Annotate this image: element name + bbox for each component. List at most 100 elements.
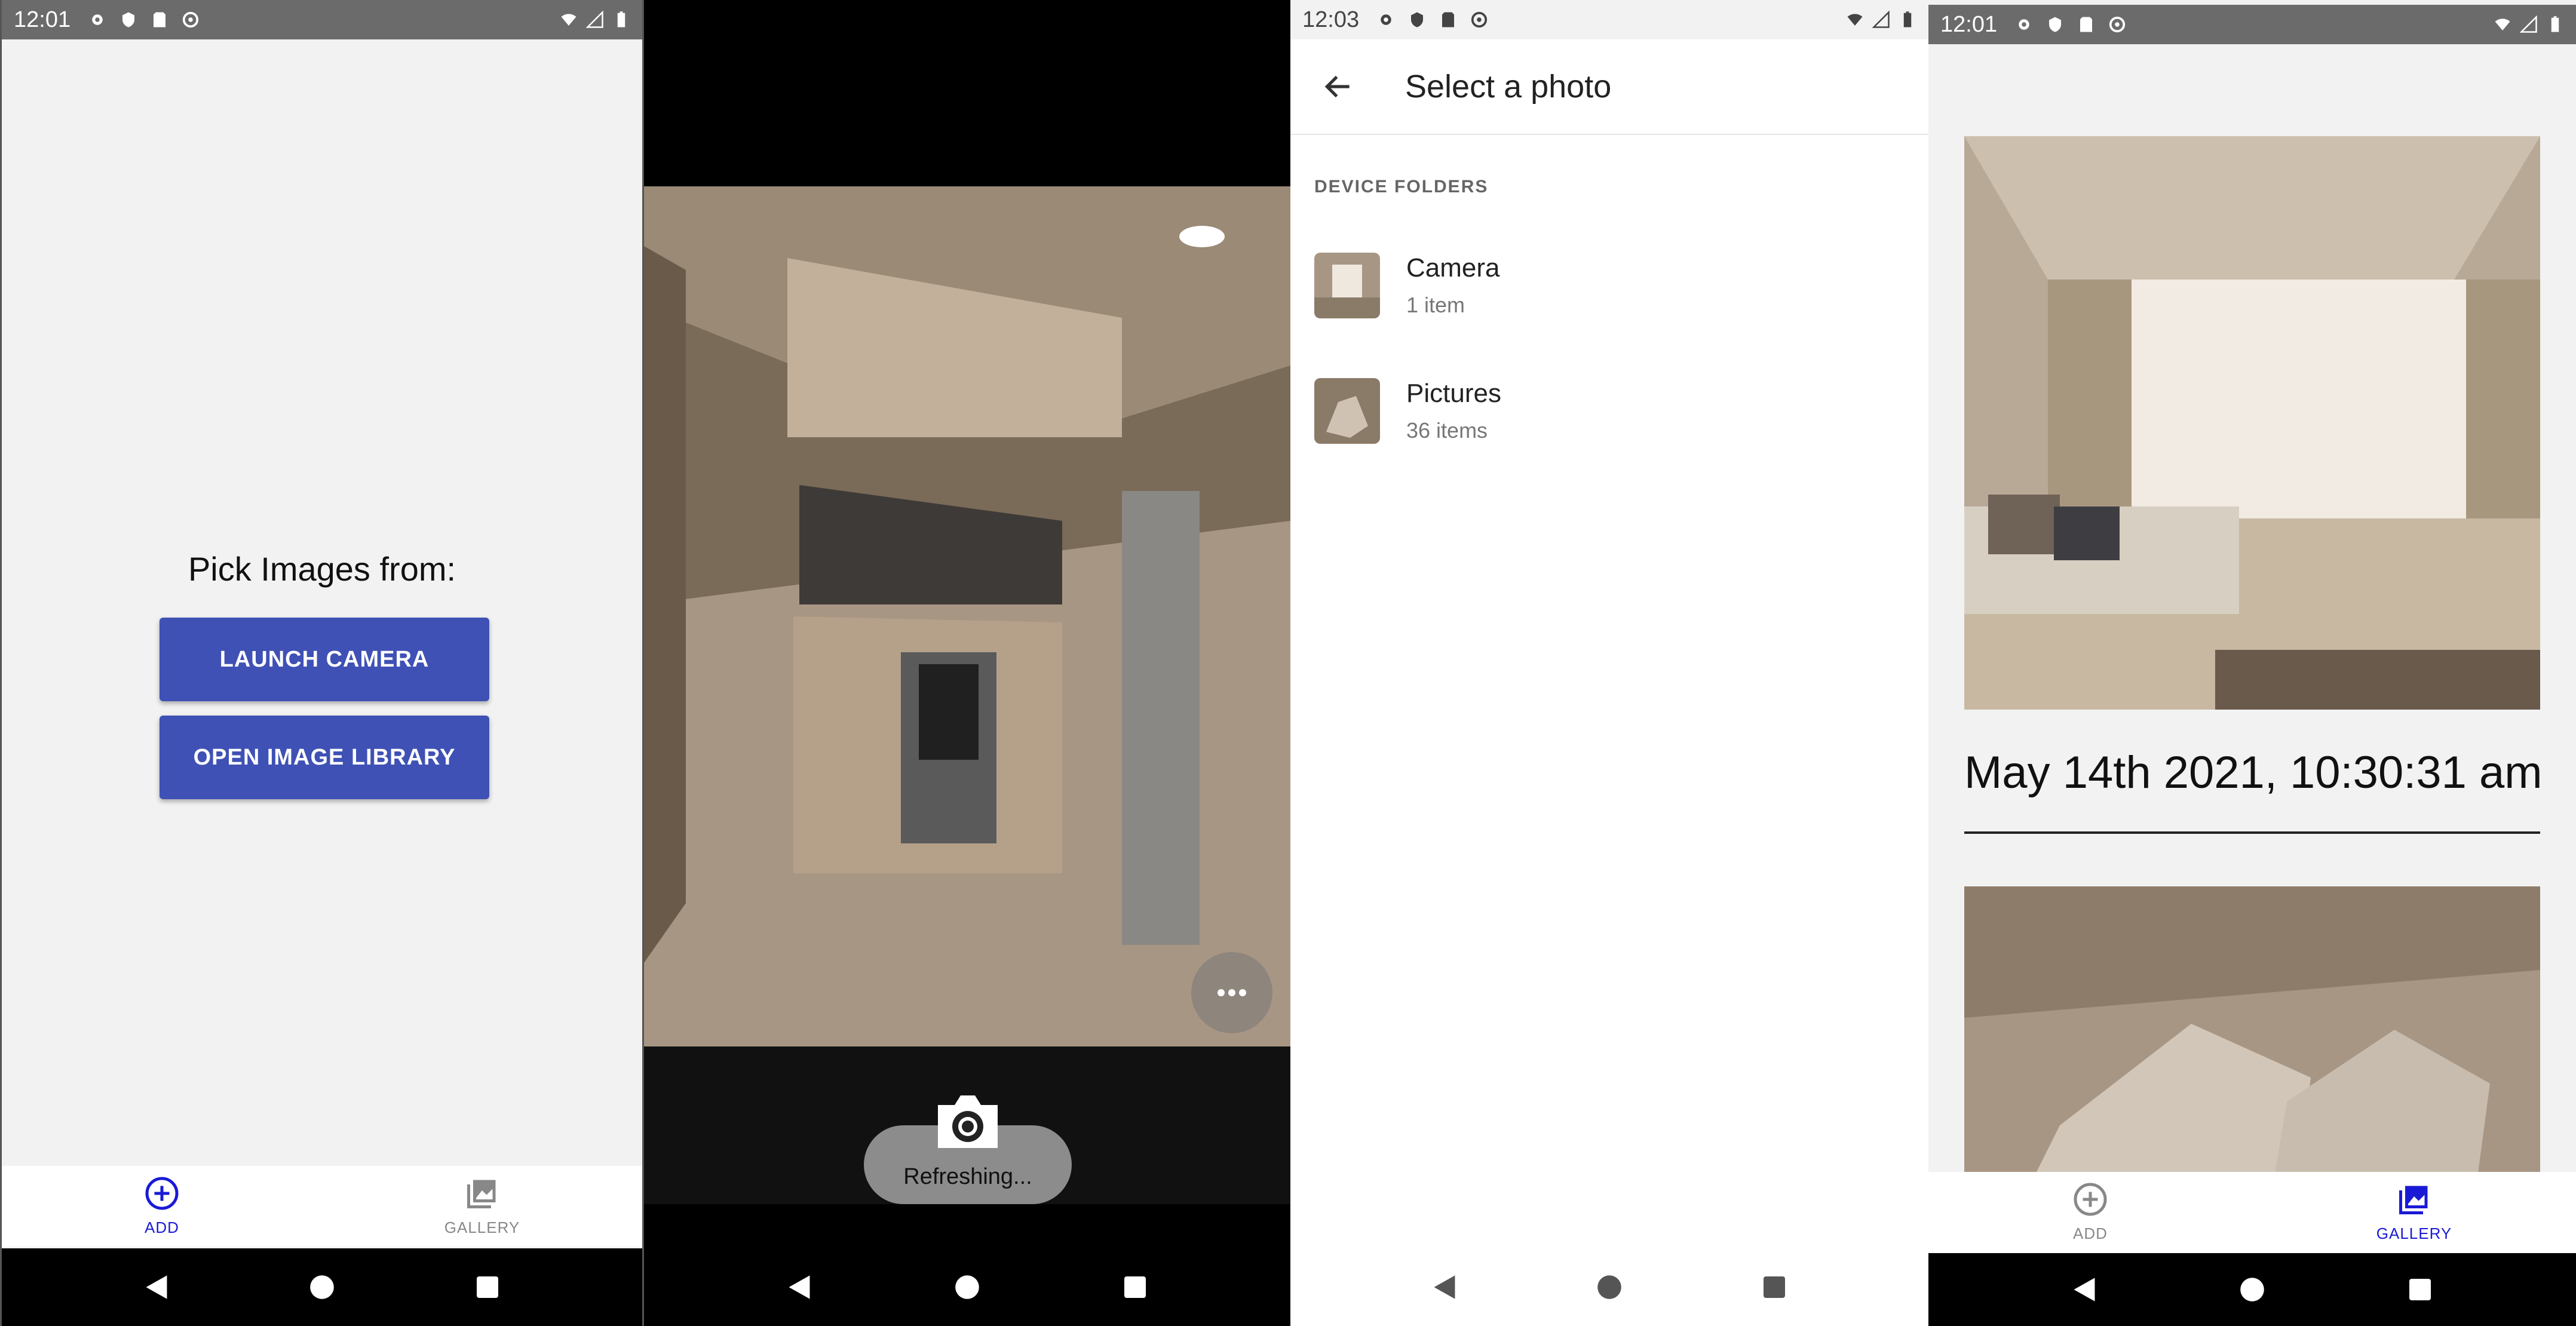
nav-home-button[interactable]: [2234, 1272, 2270, 1307]
back-triangle-icon: [146, 1275, 167, 1299]
system-nav-bar: [1928, 1253, 2576, 1326]
back-triangle-icon: [789, 1275, 810, 1299]
tab-gallery[interactable]: GALLERY: [322, 1166, 642, 1247]
tab-add-label: ADD: [145, 1218, 179, 1236]
camera-preview: [644, 186, 1290, 1046]
status-time: 12:01: [1940, 11, 1998, 37]
folder-thumbnail: [1314, 253, 1380, 318]
tab-add[interactable]: ADD: [1928, 1172, 2252, 1253]
shield-icon: [1411, 12, 1424, 27]
camera-icon: [938, 1095, 998, 1148]
tab-add[interactable]: ADD: [2, 1166, 322, 1247]
photo-date: May 14th 2021, 10:30:31 am: [1964, 747, 2543, 798]
sync-icon: [1471, 11, 1488, 28]
recents-square-icon: [1124, 1276, 1146, 1298]
folder-name: Camera: [1406, 253, 1500, 283]
camera-folder-thumbnail: [1314, 253, 1380, 318]
status-bar: 12:01: [2, 0, 642, 39]
nav-back-button[interactable]: [2066, 1272, 2102, 1307]
gallery-photo[interactable]: [1964, 136, 2540, 710]
back-triangle-icon: [1434, 1275, 1455, 1299]
signal-icon: [1872, 11, 1890, 28]
section-label: DEVICE FOLDERS: [1314, 177, 1489, 197]
gallery-photo[interactable]: [1964, 886, 2540, 1173]
wifi-icon: [2495, 19, 2510, 30]
shield-icon: [2049, 17, 2062, 32]
folder-name: Pictures: [1406, 379, 1501, 408]
system-nav-bar: [644, 1248, 1290, 1326]
open-image-library-button[interactable]: OPEN IMAGE LIBRARY: [160, 716, 489, 799]
signal-icon: [586, 11, 603, 28]
tab-gallery-label: GALLERY: [2376, 1224, 2452, 1242]
nav-recents-button[interactable]: [1117, 1269, 1153, 1305]
nav-home-button[interactable]: [304, 1269, 340, 1305]
wifi-icon: [1847, 14, 1863, 26]
battery-icon: [2551, 16, 2559, 32]
pictures-folder-thumbnail: [1314, 378, 1380, 444]
bottom-tab-bar: ADD GALLERY: [2, 1166, 642, 1247]
living-room-photo: [1964, 136, 2540, 710]
nav-back-button[interactable]: [781, 1269, 817, 1305]
folder-count: 1 item: [1406, 293, 1465, 317]
divider: [1964, 831, 2540, 834]
folder-pictures[interactable]: Pictures 36 items: [1314, 363, 1905, 459]
status-bar: 12:01: [1928, 5, 2576, 44]
status-time: 12:01: [14, 7, 71, 32]
panel-select-photo: 12:03 Select a photo DEVICE FOLDERS Came…: [1290, 0, 1928, 1326]
arrow-back-icon: [1324, 75, 1350, 98]
launch-camera-button[interactable]: LAUNCH CAMERA: [160, 618, 489, 701]
nav-back-button[interactable]: [1427, 1269, 1462, 1305]
tab-add-label: ADD: [2073, 1224, 2108, 1242]
system-nav-bar: [2, 1248, 642, 1326]
recents-square-icon: [2409, 1279, 2431, 1300]
settings-icon: [2019, 19, 2029, 30]
signal-icon: [2520, 16, 2537, 33]
back-button[interactable]: [1314, 63, 1362, 110]
app-bar: Select a photo: [1290, 39, 1928, 135]
more-dots-icon: [1218, 989, 1246, 996]
home-circle-icon: [2240, 1278, 2264, 1302]
settings-icon: [92, 14, 103, 25]
kitchen-preview-image: [644, 186, 1290, 1046]
gallery-icon: [467, 1180, 496, 1208]
nav-recents-button[interactable]: [2402, 1272, 2438, 1307]
panel-pick-images: 12:01 Pick Images from: LAUNCH CAMERA OP…: [0, 0, 644, 1326]
pick-images-heading: Pick Images from:: [188, 550, 456, 588]
system-nav-bar: [1290, 1248, 1928, 1326]
nav-recents-button[interactable]: [470, 1269, 505, 1305]
nav-recents-button[interactable]: [1756, 1269, 1792, 1305]
nav-home-button[interactable]: [1591, 1269, 1627, 1305]
tab-gallery-label: GALLERY: [444, 1218, 520, 1236]
sync-icon: [182, 11, 199, 28]
home-circle-icon: [955, 1275, 979, 1299]
home-circle-icon: [1597, 1275, 1621, 1299]
shield-icon: [122, 12, 135, 27]
battery-icon: [617, 11, 625, 27]
wifi-icon: [561, 14, 576, 26]
home-circle-icon: [310, 1275, 334, 1299]
folder-camera[interactable]: Camera 1 item: [1314, 238, 1905, 333]
panel-gallery: 12:01 May 14th 2021, 10:30:31 am ADD GAL…: [1928, 0, 2576, 1326]
panel-camera: Refreshing...: [644, 0, 1290, 1326]
floor-closeup-photo: [1964, 886, 2540, 1173]
folder-thumbnail: [1314, 378, 1380, 444]
nav-home-button[interactable]: [949, 1269, 985, 1305]
sd-card-icon: [1442, 12, 1455, 27]
gallery-icon: [2399, 1186, 2428, 1214]
bottom-tab-bar: ADD GALLERY: [1928, 1172, 2576, 1253]
sd-card-icon: [2080, 17, 2093, 32]
recents-square-icon: [477, 1276, 499, 1298]
sd-card-icon: [154, 12, 166, 27]
shutter-button[interactable]: [933, 1091, 1002, 1153]
folder-count: 36 items: [1406, 418, 1488, 443]
page-title: Select a photo: [1405, 69, 1612, 105]
tab-gallery[interactable]: GALLERY: [2252, 1172, 2576, 1253]
recents-square-icon: [1764, 1276, 1785, 1298]
sync-icon: [2109, 16, 2126, 33]
status-time: 12:03: [1302, 7, 1360, 32]
nav-back-button[interactable]: [139, 1269, 174, 1305]
more-options-button[interactable]: [1191, 952, 1272, 1033]
add-circle-icon: [145, 1177, 179, 1210]
settings-icon: [1381, 14, 1391, 25]
back-triangle-icon: [2074, 1278, 2095, 1302]
